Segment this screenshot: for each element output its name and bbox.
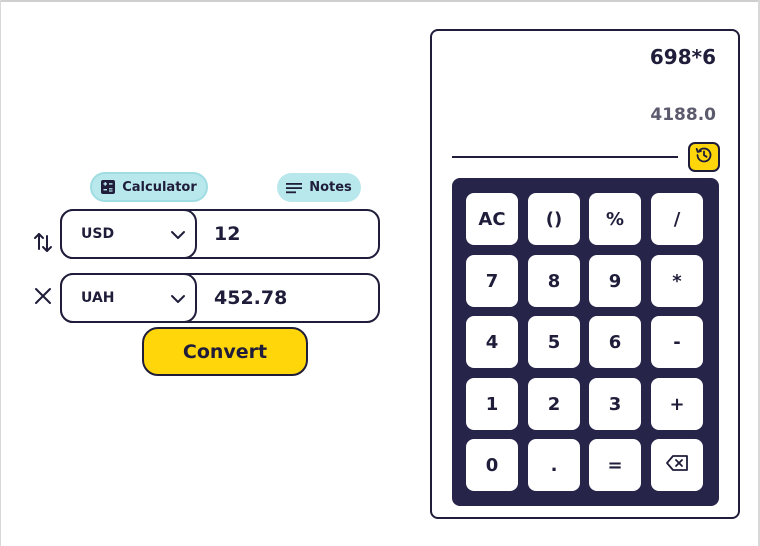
history-icon xyxy=(694,145,714,169)
tab-notes[interactable]: Notes xyxy=(277,173,361,202)
key-9[interactable]: 9 xyxy=(589,255,641,307)
window-left-edge xyxy=(0,0,1,546)
key-5[interactable]: 5 xyxy=(528,316,580,368)
convert-button[interactable]: Convert xyxy=(142,327,308,376)
to-amount-output[interactable]: 452.78 xyxy=(214,287,287,309)
key-1[interactable]: 1 xyxy=(466,378,518,430)
notes-lines-icon xyxy=(286,182,303,194)
tab-notes-label: Notes xyxy=(309,180,352,195)
calculator-result: 4188.0 xyxy=(650,105,716,125)
calculator-panel: 698*6 4188.0 AC()%/ 7 8 9 * 4 5 6- 1 2 3 +0. = xyxy=(430,29,740,519)
calculator-expression: 698*6 xyxy=(649,45,716,69)
swap-vertical-icon[interactable] xyxy=(31,230,55,254)
chevron-down-icon xyxy=(169,290,187,312)
close-icon[interactable] xyxy=(31,284,55,308)
to-currency-field: UAH 452.78 xyxy=(60,273,380,323)
tab-calculator[interactable]: Calculator xyxy=(90,172,208,202)
key-divide[interactable]: / xyxy=(651,193,703,245)
key-equals[interactable]: = xyxy=(589,439,641,491)
key-8[interactable]: 8 xyxy=(528,255,580,307)
calculator-keypad: AC()%/ 7 8 9 * 4 5 6- 1 2 3 +0. = xyxy=(452,178,719,506)
calculator-icon xyxy=(101,180,116,194)
key-multiply[interactable]: * xyxy=(651,255,703,307)
key-3[interactable]: 3 xyxy=(589,378,641,430)
history-button[interactable] xyxy=(688,142,720,172)
to-currency-code: UAH xyxy=(81,290,115,306)
from-currency-field: USD 12 xyxy=(60,209,380,259)
backspace-icon xyxy=(665,454,689,477)
calculator-divider xyxy=(452,156,678,158)
key-6[interactable]: 6 xyxy=(589,316,641,368)
key-decimal[interactable]: . xyxy=(528,439,580,491)
key-2[interactable]: 2 xyxy=(528,378,580,430)
key-parentheses[interactable]: () xyxy=(528,193,580,245)
key-plus[interactable]: + xyxy=(651,378,703,430)
to-currency-select[interactable]: UAH xyxy=(60,273,197,323)
from-currency-select[interactable]: USD xyxy=(60,209,197,259)
window-top-edge xyxy=(0,0,760,2)
key-backspace[interactable] xyxy=(651,439,703,491)
chevron-down-icon xyxy=(169,226,187,248)
key-0[interactable]: 0 xyxy=(466,439,518,491)
key-7[interactable]: 7 xyxy=(466,255,518,307)
from-amount-input[interactable]: 12 xyxy=(214,223,240,245)
key-percent[interactable]: % xyxy=(589,193,641,245)
tab-calculator-label: Calculator xyxy=(122,179,197,195)
key-4[interactable]: 4 xyxy=(466,316,518,368)
key-clear[interactable]: AC xyxy=(466,193,518,245)
key-minus[interactable]: - xyxy=(651,316,703,368)
from-currency-code: USD xyxy=(81,226,115,242)
